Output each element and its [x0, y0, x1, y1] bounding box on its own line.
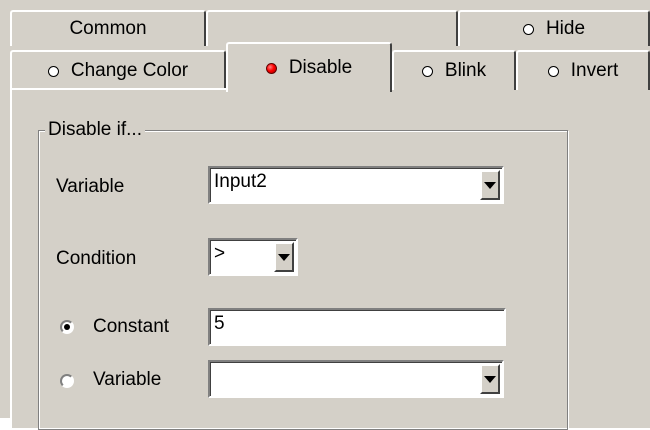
variable-radio[interactable]	[60, 374, 74, 388]
variable-select-value: Input2	[214, 171, 267, 192]
tab-blink[interactable]: Blink	[392, 50, 516, 90]
condition-dropdown-button[interactable]	[274, 242, 294, 272]
tab-invert[interactable]: Invert	[516, 50, 650, 90]
chevron-down-icon	[484, 375, 496, 383]
variable-dropdown-button[interactable]	[480, 170, 500, 200]
constant-radio[interactable]	[60, 320, 74, 334]
constant-label: Constant	[93, 316, 170, 337]
condition-select-value: >	[214, 243, 226, 264]
constant-input[interactable]: 5	[208, 308, 506, 346]
variable2-label: Variable	[93, 369, 162, 390]
tab-common[interactable]: Common	[10, 10, 206, 46]
hide-indicator-icon	[522, 23, 534, 35]
dialog: Common Hide Change Color Disable Blink I…	[0, 0, 650, 430]
blink-indicator-icon	[421, 65, 433, 77]
chevron-down-icon	[484, 181, 496, 189]
tab-disable[interactable]: Disable	[226, 42, 392, 92]
variable2-select[interactable]	[208, 360, 504, 398]
tab-disable-label: Disable	[288, 57, 353, 78]
tab-change-color-label: Change Color	[70, 60, 189, 81]
variable-label: Variable	[56, 176, 125, 197]
tab-change-color[interactable]: Change Color	[10, 50, 226, 90]
variable2-dropdown-button[interactable]	[480, 364, 500, 394]
tab-invert-label: Invert	[570, 60, 619, 81]
constant-input-value: 5	[214, 313, 225, 334]
tab-hide-label: Hide	[545, 18, 586, 39]
invert-indicator-icon	[547, 65, 559, 77]
tab-blink-label: Blink	[444, 60, 487, 81]
condition-select[interactable]: >	[208, 238, 298, 276]
condition-label: Condition	[56, 248, 137, 269]
tab-hide[interactable]: Hide	[458, 10, 650, 46]
chevron-down-icon	[278, 253, 290, 261]
tab-blank[interactable]	[206, 10, 458, 46]
tab-common-label: Common	[69, 18, 147, 39]
disable-indicator-icon	[265, 62, 277, 74]
variable-select[interactable]: Input2	[208, 166, 504, 204]
group-title: Disable if...	[45, 119, 145, 141]
change-color-indicator-icon	[47, 65, 59, 77]
